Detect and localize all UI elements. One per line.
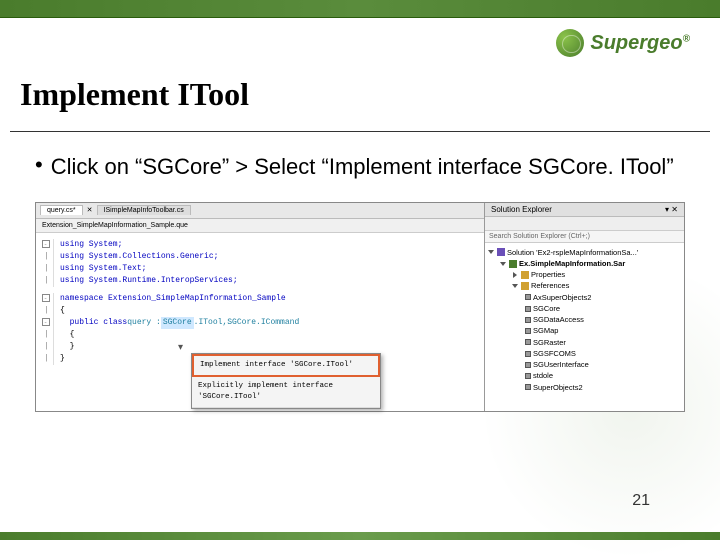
tree-ref-item[interactable]: stdole [489, 370, 680, 381]
code-line: { [60, 305, 65, 317]
code-line: } [70, 341, 75, 353]
tree-ref-item[interactable]: AxSuperObjects2 [489, 292, 680, 303]
top-accent-bar [0, 0, 720, 18]
menu-explicit-implement[interactable]: Explicitly implement interface 'SGCore.I… [192, 377, 380, 409]
tree-ref-item[interactable]: SGSFCOMS [489, 348, 680, 359]
tree-ref-item[interactable]: SuperObjects2 [489, 382, 680, 393]
code-line: { [70, 329, 75, 341]
bullet-item: • Click on “SGCore” > Select “Implement … [0, 152, 720, 202]
code-line: using System; [60, 239, 122, 251]
code-line: using System.Collections.Generic; [60, 251, 218, 263]
code-line: using System.Text; [60, 263, 146, 275]
tree-ref-item[interactable]: SGCore [489, 303, 680, 314]
tree-properties[interactable]: Properties [489, 269, 680, 280]
ide-screenshot: query.cs* ✕ ISimpleMapInfoToolbar.cs Ext… [35, 202, 685, 412]
context-menu: Implement interface 'SGCore.ITool' Expli… [191, 353, 381, 410]
smart-tag-icon[interactable]: ▾ [178, 341, 183, 356]
title-divider [10, 131, 710, 132]
bullet-text: Click on “SGCore” > Select “Implement in… [51, 152, 674, 182]
tree-ref-item[interactable]: SGRaster [489, 337, 680, 348]
tree-ref-item[interactable]: SGUserInterface [489, 359, 680, 370]
tree-solution[interactable]: Solution 'Ex2-rspleMapInformationSa...' [489, 247, 680, 258]
tab-active[interactable]: query.cs* [40, 205, 83, 215]
brand-logo: Supergeo® [556, 29, 690, 57]
bottom-accent-bar [0, 532, 720, 540]
solution-tree: Solution 'Ex2-rspleMapInformationSa...' … [485, 243, 684, 411]
breadcrumb-bar: Extension_SimpleMapInformation_Sample.qu… [36, 219, 484, 233]
menu-implement-interface[interactable]: Implement interface 'SGCore.ITool' [192, 354, 380, 377]
code-line: using System.Runtime.InteropServices; [60, 275, 238, 287]
panel-title: Solution Explorer ▾ ✕ [485, 203, 684, 217]
code-editor-pane: query.cs* ✕ ISimpleMapInfoToolbar.cs Ext… [36, 203, 484, 411]
globe-icon [556, 29, 584, 57]
tree-ref-item[interactable]: SGDataAccess [489, 314, 680, 325]
tree-project[interactable]: Ex.SimpleMapInformation.Sar [489, 258, 680, 269]
pin-icon[interactable]: ▾ ✕ [665, 205, 678, 214]
tab-inactive[interactable]: ISimpleMapInfoToolbar.cs [97, 205, 191, 215]
slide-title: Implement ITool [0, 68, 720, 131]
editor-tabs: query.cs* ✕ ISimpleMapInfoToolbar.cs [36, 203, 484, 219]
tree-references[interactable]: References [489, 280, 680, 291]
code-highlight[interactable]: SGCore [161, 317, 194, 329]
header-row: Supergeo® [0, 18, 720, 68]
code-line: namespace Extension_SimpleMapInformation… [60, 293, 286, 305]
brand-name: Supergeo® [590, 32, 690, 55]
code-line: } [60, 353, 65, 365]
explorer-toolbar [485, 217, 684, 231]
code-cls: query : [127, 317, 161, 329]
explorer-search[interactable]: Search Solution Explorer (Ctrl+;) [485, 231, 684, 243]
code-area: -using System; |using System.Collections… [36, 233, 484, 411]
bullet-marker: • [35, 152, 43, 182]
page-number: 21 [632, 492, 650, 510]
close-icon[interactable]: ✕ [87, 206, 93, 214]
tree-ref-item[interactable]: SGMap [489, 325, 680, 336]
code-kw: public class [70, 317, 128, 329]
solution-explorer: Solution Explorer ▾ ✕ Search Solution Ex… [484, 203, 684, 411]
